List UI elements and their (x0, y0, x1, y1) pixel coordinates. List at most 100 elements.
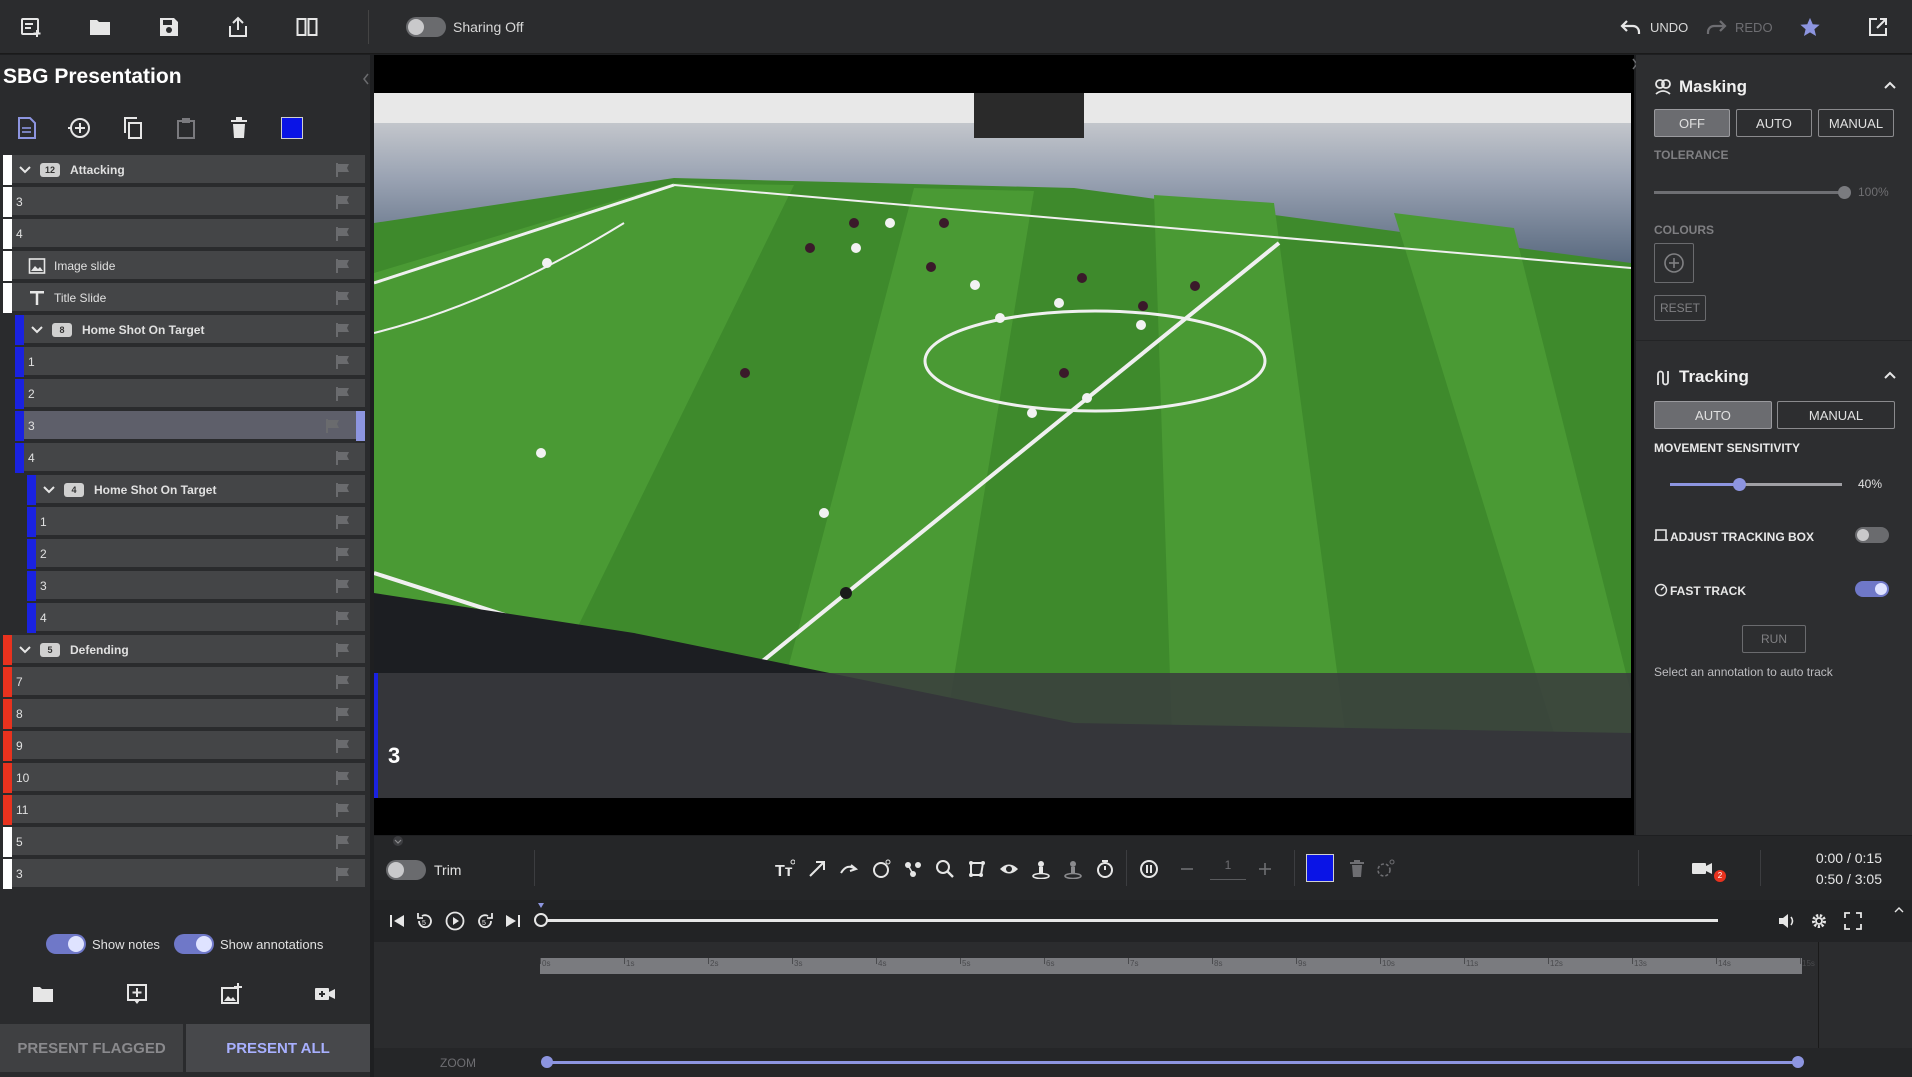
timer-tool-icon[interactable] (1094, 858, 1116, 880)
new-slide-icon[interactable] (12, 113, 42, 143)
undo-button[interactable]: UNDO (1650, 20, 1688, 35)
polygon-tool-icon[interactable] (966, 858, 988, 880)
sharing-toggle[interactable] (406, 17, 446, 37)
slide-row[interactable]: 3 (3, 571, 365, 601)
slide-row[interactable]: 3 (3, 859, 365, 889)
slide-row[interactable]: 4 (3, 219, 365, 249)
fast-track-toggle[interactable] (1855, 581, 1889, 597)
flag-icon[interactable] (335, 386, 351, 402)
slide-row[interactable]: 2 (3, 379, 365, 409)
add-colour-button[interactable] (1654, 243, 1694, 283)
open-external-icon[interactable] (1864, 13, 1892, 41)
present-all-button[interactable]: PRESENT ALL (186, 1024, 370, 1072)
slide-row[interactable]: 7 (3, 667, 365, 697)
flag-icon[interactable] (335, 738, 351, 754)
timeline-ruler[interactable]: 0s 1s 2s 3s 4s 5s 6s 7s 8s 9s 10s 11s 12s 13s 14s 15s (540, 958, 1815, 974)
add-video-slide-icon[interactable] (122, 979, 152, 1009)
sensitivity-slider[interactable] (1670, 478, 1842, 491)
text-tool-icon[interactable]: Tт (774, 858, 796, 880)
collapse-masking-icon[interactable] (1883, 80, 1897, 90)
split-view-icon[interactable] (293, 13, 321, 41)
collapse-tracking-icon[interactable] (1883, 370, 1897, 380)
play-icon[interactable] (444, 910, 466, 932)
delete-annotation-icon[interactable] (1346, 858, 1368, 880)
undo-icon[interactable] (1619, 13, 1643, 41)
flag-icon[interactable] (335, 610, 351, 626)
flag-icon[interactable] (335, 290, 351, 306)
settings-gear-icon[interactable] (1808, 910, 1830, 932)
chevron-down-icon[interactable] (30, 324, 44, 336)
chevron-down-icon[interactable] (18, 164, 32, 176)
slide-row[interactable]: 8 (3, 699, 365, 729)
slide-row[interactable]: Image slide (3, 251, 365, 281)
skip-end-icon[interactable] (502, 910, 524, 932)
copy-icon[interactable] (118, 113, 148, 143)
volume-icon[interactable] (1776, 910, 1798, 932)
slide-row[interactable]: 5 (3, 827, 365, 857)
scrubber-track[interactable] (540, 919, 1718, 922)
show-annotations-toggle[interactable] (174, 934, 214, 954)
slide-row[interactable]: 2 (3, 539, 365, 569)
new-presentation-icon[interactable] (17, 13, 45, 41)
slide-row[interactable]: 9 (3, 731, 365, 761)
tracking-auto-button[interactable]: AUTO (1654, 401, 1772, 429)
sensitivity-slider-handle[interactable] (1732, 478, 1746, 491)
tracking-manual-button[interactable]: MANUAL (1777, 401, 1895, 429)
rewind-5-icon[interactable]: 5 (414, 910, 436, 932)
flag-icon[interactable] (335, 674, 351, 690)
slide-color-swatch[interactable] (277, 113, 307, 143)
player-move-tool-icon[interactable] (1062, 858, 1084, 880)
slide-group-row[interactable]: 8 Home Shot On Target (3, 315, 365, 345)
delete-icon[interactable] (224, 113, 254, 143)
annotation-settings-icon[interactable] (1374, 858, 1396, 880)
add-group-icon[interactable] (65, 113, 95, 143)
flag-icon[interactable] (335, 162, 351, 178)
chevron-down-icon[interactable] (18, 644, 32, 656)
flag-icon[interactable] (335, 482, 351, 498)
chevron-down-icon[interactable] (42, 484, 56, 496)
flag-icon[interactable] (335, 450, 351, 466)
import-folder-icon[interactable] (28, 979, 58, 1009)
annotation-color-picker[interactable] (1306, 854, 1334, 882)
export-icon[interactable] (224, 13, 252, 41)
slide-row[interactable]: Title Slide (3, 283, 365, 313)
pause-annotation-icon[interactable] (1138, 858, 1160, 880)
add-image-slide-icon[interactable] (216, 979, 246, 1009)
reset-colours-button[interactable]: RESET (1654, 295, 1706, 321)
zoom-end-handle[interactable] (1792, 1056, 1804, 1068)
slide-row[interactable]: 1 (3, 347, 365, 377)
slide-group-row[interactable]: 5 Defending (3, 635, 365, 665)
player-highlight-tool-icon[interactable] (1030, 858, 1052, 880)
player-link-tool-icon[interactable] (902, 858, 924, 880)
flag-icon[interactable] (335, 226, 351, 242)
run-tracking-button[interactable]: RUN (1742, 625, 1806, 653)
stroke-width-stepper[interactable]: 1 (1210, 854, 1246, 880)
redo-icon[interactable] (1704, 13, 1728, 41)
flag-icon[interactable] (335, 354, 351, 370)
tolerance-slider[interactable] (1654, 186, 1851, 199)
flag-icon[interactable] (335, 642, 351, 658)
trim-toggle[interactable] (386, 860, 426, 880)
redo-button[interactable]: REDO (1735, 20, 1773, 35)
circle-tool-icon[interactable] (870, 858, 892, 880)
flag-icon[interactable] (335, 322, 351, 338)
slide-row[interactable]: 3 (3, 187, 365, 217)
show-notes-toggle[interactable] (46, 934, 86, 954)
zoom-tool-icon[interactable] (934, 858, 956, 880)
spotlight-tool-icon[interactable] (998, 858, 1020, 880)
zoom-range-track[interactable] (546, 1061, 1798, 1064)
slide-row[interactable]: 1 (3, 507, 365, 537)
collapse-panel-icon[interactable] (362, 72, 370, 86)
tolerance-slider-handle[interactable] (1838, 186, 1851, 199)
save-icon[interactable] (155, 13, 183, 41)
flag-icon[interactable] (335, 194, 351, 210)
paste-icon[interactable] (171, 113, 201, 143)
flag-icon[interactable] (325, 418, 341, 434)
flag-icon[interactable] (335, 706, 351, 722)
open-folder-icon[interactable] (86, 13, 114, 41)
skip-start-icon[interactable] (386, 910, 408, 932)
slide-row[interactable]: 4 (3, 443, 365, 473)
flag-icon[interactable] (335, 770, 351, 786)
arrow-tool-icon[interactable] (806, 858, 828, 880)
flag-icon[interactable] (335, 546, 351, 562)
